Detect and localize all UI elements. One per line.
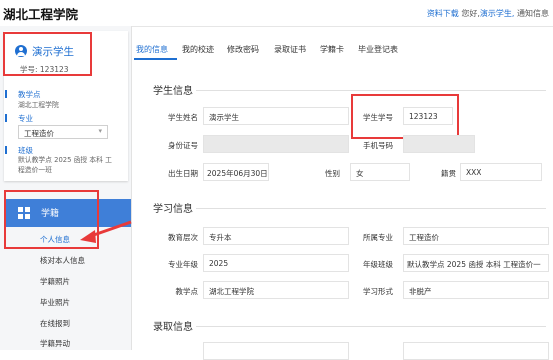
admission-field-1 [203,342,349,360]
form-value: 非脱产 [409,287,432,296]
level-label: 教育层次 [168,233,198,242]
level-value: 专升本 [209,233,232,242]
section-divider [196,90,546,91]
point-label: 教学点 [175,287,199,296]
major-marker [5,114,7,122]
form-label: 学习形式 [363,287,393,296]
name-label: 学生姓名 [168,113,198,122]
id-label: 身份证号 [168,141,198,150]
gender-label: 性别 [325,169,340,178]
section-title-study-info: 学习信息 [153,204,193,215]
class-label: 班级 [18,146,33,155]
submenu-graduation-photo[interactable]: 毕业照片 [40,297,70,308]
tab-student-card[interactable]: 学籍卡 [320,44,344,55]
grade-value: 2025 [209,259,229,268]
highlight-box-student-no [351,94,459,139]
section-title-student-info: 学生信息 [153,86,193,97]
section-title-admission-info: 录取信息 [153,322,193,333]
phone-label: 手机号码 [363,141,393,150]
birth-value: 2025年06月30日 [207,169,268,178]
major-value: 工程造价 [409,233,439,242]
phone-field [403,135,475,153]
tab-graduation-form[interactable]: 毕业登记表 [358,44,398,55]
teaching-point-value: 湖北工程学院 [18,101,59,109]
tab-admission-certificate[interactable]: 录取证书 [274,44,306,55]
major-select[interactable]: 工程造价 ▾ [18,125,108,139]
admission-field-2 [403,342,549,360]
section-divider [196,326,546,327]
content-panel [132,61,553,350]
birth-label: 出生日期 [168,169,198,178]
submenu-status-change[interactable]: 学籍异动 [40,338,70,349]
submenu-online-registration[interactable]: 在线报到 [40,318,70,329]
tab-change-password[interactable]: 修改密码 [227,44,259,55]
gender-value: 女 [356,169,364,178]
school-title: 湖北工程学院 [3,7,79,22]
native-label: 籍贯 [441,169,456,178]
submenu-verify-info[interactable]: 核对本人信息 [40,255,85,266]
point-value: 湖北工程学院 [209,287,254,296]
greeting-text: 您好, [461,9,480,18]
class-marker [5,146,7,154]
id-field [203,135,349,153]
class-value-line1: 默认教学点 2025 函授 本科 工 [18,156,112,164]
chevron-down-icon: ▾ [98,127,102,135]
major-select-value: 工程造价 [24,128,54,138]
teaching-point-label: 教学点 [18,90,41,99]
user-link[interactable]: 演示学生, [480,9,515,18]
class-value: 默认教学点 2025 函授 本科 工程造价一 [407,260,541,269]
submenu-personal-info[interactable]: 个人信息 [40,234,70,245]
highlight-box-user [3,32,92,76]
download-link[interactable]: 资料下载 [427,9,459,18]
name-value: 演示学生 [209,113,239,122]
class-value-line2: 程造价一班 [18,166,52,174]
teaching-point-marker [5,90,7,98]
active-tab-indicator [134,58,177,60]
submenu-enrollment-photo[interactable]: 学籍照片 [40,276,70,287]
native-value: XXX [466,168,482,177]
tab-my-info[interactable]: 我的信息 [136,44,168,55]
grade-label: 专业年级 [168,260,198,269]
tab-my-school[interactable]: 我的校迹 [182,44,214,55]
major-label: 专业 [18,114,33,123]
major-field-label: 所属专业 [363,233,393,242]
header-links: 资料下载 您好,演示学生, 通知信息 [427,8,549,19]
class-field-label: 年级班级 [363,260,393,269]
section-divider [196,208,546,209]
notice-link[interactable]: 通知信息 [517,9,549,18]
